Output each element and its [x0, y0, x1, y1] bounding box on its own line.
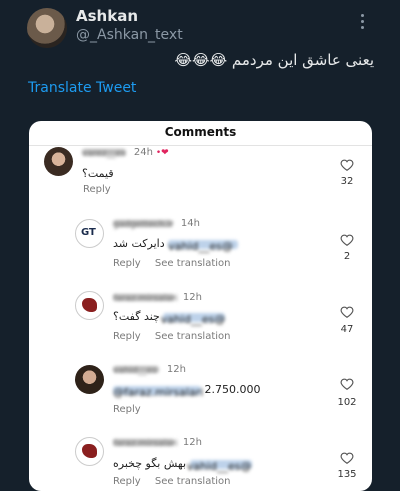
- like-count: 32: [340, 176, 354, 187]
- like-count: 47: [340, 324, 354, 335]
- commenter-avatar: [75, 365, 104, 394]
- commenter-username: gadgettech.ir: [113, 220, 174, 230]
- reply-button[interactable]: Reply: [113, 258, 141, 269]
- heart-outline-icon[interactable]: [340, 305, 354, 319]
- commenter-avatar: [75, 291, 104, 320]
- comment-mention[interactable]: @vahid__es: [161, 312, 226, 326]
- see-translation-link[interactable]: See translation: [155, 331, 231, 342]
- more-icon[interactable]: [360, 14, 366, 30]
- comment-text: 2.750.000: [204, 383, 261, 396]
- heart-outline-icon[interactable]: [340, 377, 354, 391]
- see-translation-link[interactable]: See translation: [155, 476, 231, 487]
- tweet: Ashkan @_Ashkan_text یعنی عاشق این مردمم…: [0, 0, 400, 491]
- author-avatar[interactable]: [27, 8, 67, 48]
- divider: [29, 145, 372, 146]
- comment-time: 12h: [182, 437, 202, 448]
- commenter-username: varez__es: [82, 149, 126, 159]
- comment-text: بهش بگو چخبره: [113, 457, 187, 470]
- commenter-username: vahid__es: [113, 366, 159, 376]
- reply-button[interactable]: Reply: [113, 404, 141, 415]
- translate-tweet-link[interactable]: Translate Tweet: [28, 80, 136, 96]
- reply-button[interactable]: Reply: [113, 331, 141, 342]
- reply-button[interactable]: Reply: [83, 184, 111, 195]
- commenter-avatar: [75, 437, 104, 466]
- see-translation-link[interactable]: See translation: [155, 258, 231, 269]
- like-count: 135: [337, 469, 357, 480]
- comment-mention[interactable]: @faraz.mirsalari: [113, 385, 203, 399]
- like-count: 102: [337, 397, 357, 408]
- tweet-text: یعنی عاشق این مردمم 😂😂😂: [174, 51, 374, 69]
- comment-text: دایرکت شد: [113, 237, 165, 250]
- commenter-avatar: [44, 147, 73, 176]
- author-handle[interactable]: @_Ashkan_text: [76, 27, 183, 43]
- heart-outline-icon[interactable]: [340, 451, 354, 465]
- comment-text: قیمت؟: [82, 167, 114, 180]
- comment-mention[interactable]: @vahid__es: [187, 459, 252, 473]
- comment-time: 14h: [180, 218, 200, 229]
- comment-time: 24h: [133, 147, 153, 158]
- comment-mention[interactable]: @vahid__es: [168, 239, 239, 253]
- comments-screenshot: Comments varez__es 24h •❤ قیمت؟ Reply 32…: [29, 121, 372, 491]
- reply-button[interactable]: Reply: [113, 476, 141, 487]
- comment-time: 12h: [166, 364, 186, 375]
- commenter-username: faraz.mirsalari: [113, 439, 178, 449]
- comment-time: 12h: [182, 292, 202, 303]
- commenter-avatar: GT: [75, 219, 104, 248]
- commenter-username: faraz.mirsalari: [113, 294, 178, 304]
- like-count: 2: [343, 251, 351, 262]
- comments-title: Comments: [164, 125, 237, 139]
- heart-outline-icon[interactable]: [340, 233, 354, 247]
- heart-filled-icon: •❤: [155, 148, 169, 158]
- heart-outline-icon[interactable]: [340, 158, 354, 172]
- author-name[interactable]: Ashkan: [76, 7, 138, 25]
- comment-text: چند گفت؟: [113, 310, 160, 323]
